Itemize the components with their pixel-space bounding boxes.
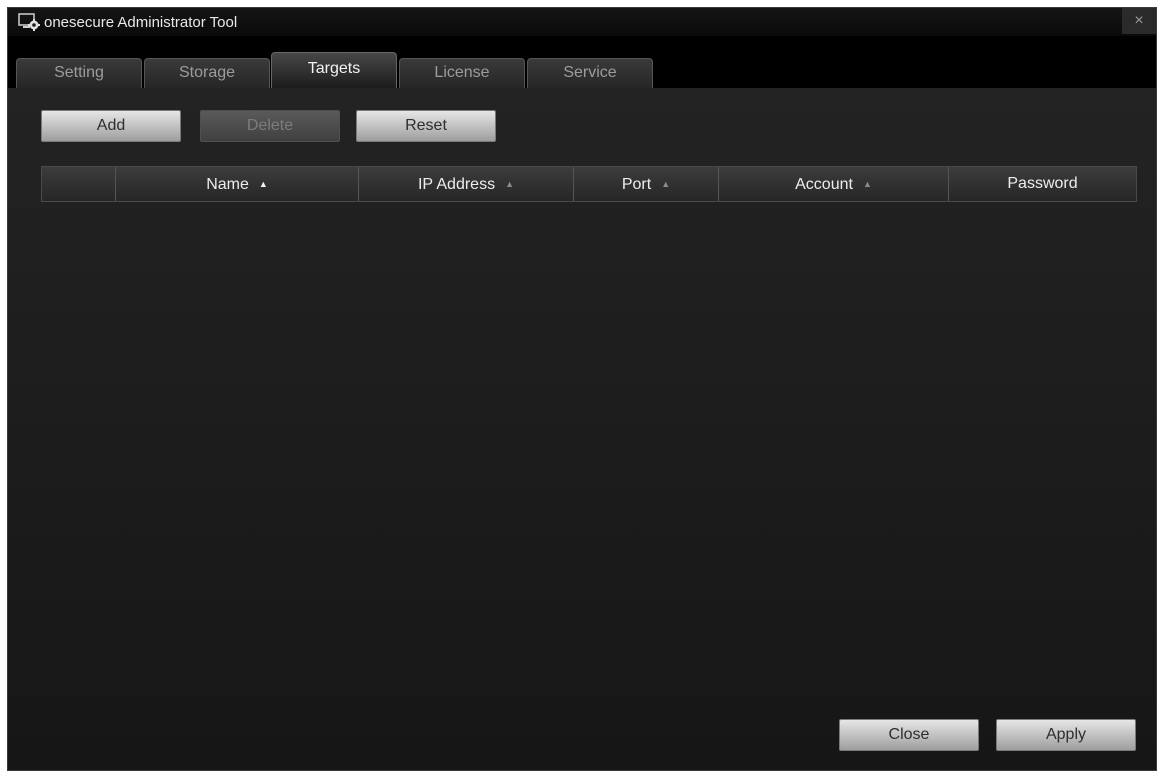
sort-up-arrow-icon: ▲ [862,179,872,189]
targets-table-header: Name ▲ IP Address ▲ Port ▲ Account ▲ Passwor… [41,166,1137,202]
column-label: Account [795,176,853,193]
column-header-ip-address[interactable]: IP Address ▲ [359,167,574,201]
reset-button[interactable]: Reset [356,110,496,142]
tab-storage[interactable]: Storage [144,58,270,88]
column-label: Password [1007,175,1078,192]
column-header-password[interactable]: Password [949,167,1136,201]
window-title: onesecure Administrator Tool [44,14,238,31]
delete-button[interactable]: Delete [200,110,340,142]
column-label: IP Address [417,176,496,193]
sort-up-arrow-icon: ▲ [661,179,671,189]
close-button[interactable]: Close [839,719,979,751]
sort-up-arrow-icon: ▲ [505,179,514,189]
column-header-port[interactable]: Port ▲ [574,167,719,201]
targets-table-body [41,202,1137,702]
tab-license[interactable]: License [399,58,525,88]
close-icon: × [1134,12,1144,29]
tab-setting[interactable]: Setting [16,58,142,88]
column-label: Port [621,176,652,193]
column-header-name[interactable]: Name ▲ [116,167,359,201]
sort-up-arrow-icon: ▲ [258,179,268,189]
titlebar: onesecure Administrator Tool × [8,8,1156,36]
tab-strip: Setting Storage Targets License Service [8,36,1156,91]
tab-service[interactable]: Service [527,58,653,88]
apply-button[interactable]: Apply [996,719,1136,751]
targets-panel: Add Delete Reset Name ▲ IP Address ▲ Port ▲… [8,88,1156,770]
column-label: Name [206,176,249,193]
app-monitor-gear-icon [18,13,40,31]
tab-targets[interactable]: Targets [271,52,397,88]
close-window-button[interactable]: × [1122,8,1156,34]
add-button[interactable]: Add [41,110,181,142]
main-window: onesecure Administrator Tool × Setting S… [7,7,1157,771]
column-header-account[interactable]: Account ▲ [719,167,949,201]
column-header-select[interactable] [42,167,116,201]
